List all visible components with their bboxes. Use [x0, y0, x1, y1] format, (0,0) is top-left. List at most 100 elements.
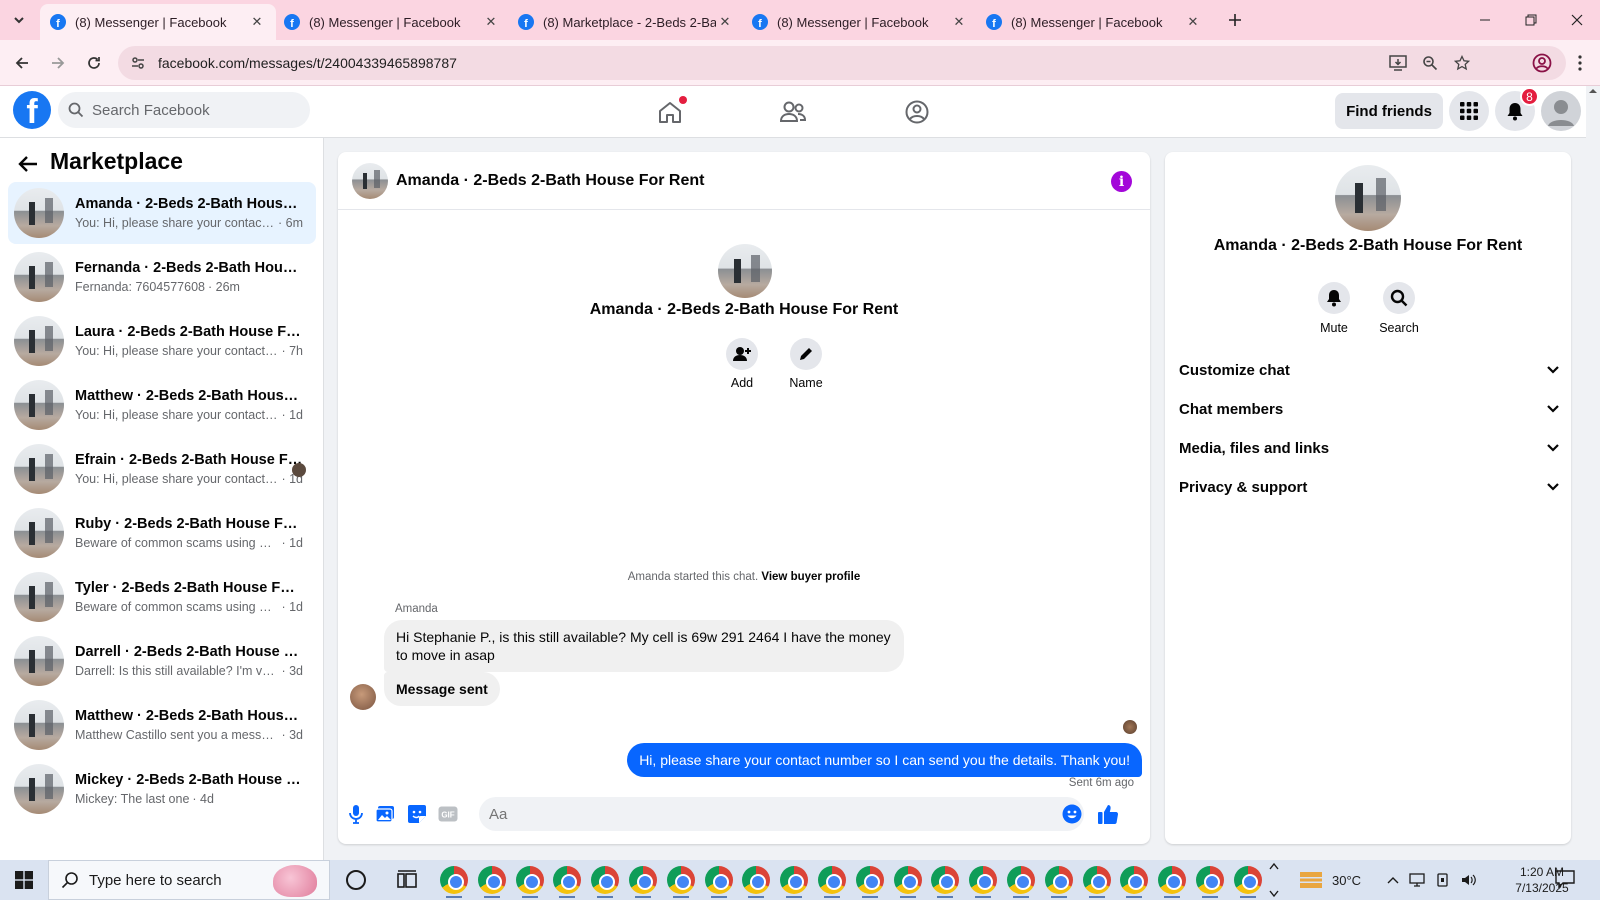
conversation-item[interactable]: Darrell · 2-Beds 2-Bath House For ... Dar…	[8, 630, 316, 692]
chrome-app-icon[interactable]	[780, 866, 809, 898]
taskbar-overflow-arrows[interactable]	[1268, 862, 1280, 898]
chrome-app-icon[interactable]	[818, 866, 846, 898]
edit-name-button[interactable]: Name	[776, 338, 836, 390]
chrome-app-icon[interactable]	[1233, 866, 1262, 898]
chrome-app-icon[interactable]	[553, 866, 582, 898]
mute-button[interactable]: Mute	[1304, 282, 1364, 335]
chrome-app-icon[interactable]	[1044, 866, 1073, 898]
back-button[interactable]	[8, 49, 36, 77]
chrome-app-icon[interactable]	[1158, 866, 1187, 898]
reload-button[interactable]	[80, 49, 108, 77]
address-bar[interactable]: facebook.com/messages/t/2400433946589878…	[118, 46, 1566, 80]
cortana-icon[interactable]	[346, 870, 366, 890]
notification-center-button[interactable]	[1555, 870, 1575, 888]
restore-button[interactable]	[1508, 4, 1554, 36]
chrome-app-icon[interactable]	[629, 866, 657, 898]
close-icon[interactable]: ✕	[482, 13, 500, 31]
browser-tab[interactable]: f (8) Marketplace - 2-Beds 2-Bath ✕	[508, 4, 744, 40]
close-icon[interactable]: ✕	[1184, 13, 1202, 31]
conversation-item[interactable]: Laura · 2-Beds 2-Bath House For R... You:…	[8, 310, 316, 372]
forward-button[interactable]	[44, 49, 72, 77]
chrome-app-icon[interactable]	[931, 866, 960, 898]
voice-clip-button[interactable]	[344, 802, 368, 826]
friends-nav-button[interactable]	[773, 96, 813, 128]
chrome-app-icon[interactable]	[1007, 866, 1035, 898]
install-app-icon[interactable]	[1388, 53, 1408, 73]
sticker-button[interactable]	[405, 802, 429, 826]
home-nav-button[interactable]	[650, 96, 690, 128]
browser-tab[interactable]: f (8) Messenger | Facebook ✕	[976, 4, 1212, 40]
notifications-button[interactable]: 8	[1495, 87, 1539, 131]
browser-tab[interactable]: f (8) Messenger | Facebook ✕	[742, 4, 978, 40]
facebook-search-input[interactable]: Search Facebook	[58, 92, 310, 128]
battery-icon[interactable]	[1435, 873, 1451, 887]
message-input[interactable]	[479, 797, 1084, 831]
browser-tab[interactable]: f (8) Messenger | Facebook ✕	[40, 4, 276, 40]
page-scrollbar[interactable]	[1586, 86, 1600, 860]
account-avatar[interactable]	[1541, 91, 1581, 131]
chevron-up-icon[interactable]	[1387, 876, 1399, 884]
chrome-app-icon[interactable]	[666, 866, 695, 898]
browser-menu-button[interactable]	[1566, 49, 1594, 77]
privacy-support-section[interactable]: Privacy & support	[1179, 469, 1559, 505]
chrome-app-icon[interactable]	[1082, 866, 1111, 898]
chrome-app-icon[interactable]	[515, 866, 544, 898]
attach-photo-button[interactable]	[373, 802, 397, 826]
bookmark-star-icon[interactable]	[1452, 53, 1472, 73]
volume-icon[interactable]	[1461, 873, 1477, 887]
profile-button[interactable]	[1528, 49, 1556, 77]
view-buyer-profile-link[interactable]: View buyer profile	[761, 571, 860, 583]
gaming-nav-button[interactable]	[897, 96, 937, 128]
chrome-app-icon[interactable]	[742, 866, 771, 898]
chrome-app-icon[interactable]	[855, 866, 884, 898]
menu-button[interactable]	[1449, 91, 1489, 131]
task-view-button[interactable]	[396, 869, 418, 891]
chrome-app-icon[interactable]	[591, 866, 620, 898]
close-icon[interactable]: ✕	[248, 13, 266, 31]
gif-button[interactable]: GIF	[436, 802, 460, 826]
conversation-item[interactable]: Ruby · 2-Beds 2-Bath House For R... Bewar…	[8, 502, 316, 564]
chrome-app-icon[interactable]	[477, 866, 506, 898]
search-in-chat-button[interactable]: Search	[1369, 282, 1429, 335]
tab-search-button[interactable]	[6, 8, 32, 32]
chrome-app-icon[interactable]	[969, 866, 998, 898]
facebook-logo-icon[interactable]: f	[13, 91, 51, 129]
chrome-app-icon[interactable]	[1120, 866, 1149, 898]
like-button[interactable]	[1096, 802, 1120, 826]
minimize-button[interactable]	[1462, 4, 1508, 36]
media-files-links-section[interactable]: Media, files and links	[1179, 430, 1559, 466]
chat-members-section[interactable]: Chat members	[1179, 391, 1559, 427]
scroll-up-icon[interactable]	[1586, 86, 1600, 96]
close-icon[interactable]: ✕	[716, 13, 734, 31]
info-icon[interactable]: i	[1111, 171, 1132, 192]
conversation-item[interactable]: Matthew · 2-Beds 2-Bath House F... Matthe…	[8, 694, 316, 756]
weather-icon[interactable]	[1300, 872, 1322, 888]
customize-chat-section[interactable]: Customize chat	[1179, 352, 1559, 388]
close-window-button[interactable]	[1554, 4, 1600, 36]
chrome-app-icon[interactable]	[704, 866, 733, 898]
chat-title[interactable]: Amanda · 2-Beds 2-Bath House For Rent	[396, 172, 704, 190]
chrome-app-icon[interactable]	[440, 866, 468, 898]
emoji-button[interactable]	[1060, 802, 1084, 826]
network-icon[interactable]	[1409, 873, 1425, 887]
conversation-item[interactable]: Matthew · 2-Beds 2-Bath House F... You: H…	[8, 374, 316, 436]
outgoing-message[interactable]: Hi, please share your contact number so …	[627, 743, 1142, 777]
browser-tab[interactable]: f (8) Messenger | Facebook ✕	[274, 4, 510, 40]
sender-avatar[interactable]	[350, 684, 376, 710]
incoming-message[interactable]: Hi Stephanie P., is this still available…	[384, 620, 904, 672]
incoming-message[interactable]: Message sent	[384, 672, 500, 706]
conversation-item[interactable]: Mickey · 2-Beds 2-Bath House For ... Mick…	[8, 758, 316, 820]
url-text[interactable]: facebook.com/messages/t/2400433946589878…	[158, 55, 457, 71]
conversation-item[interactable]: Efrain · 2-Beds 2-Bath House Fo... You: H…	[8, 438, 316, 500]
find-friends-button[interactable]: Find friends	[1335, 93, 1443, 129]
close-icon[interactable]: ✕	[950, 13, 968, 31]
conversation-item[interactable]: Tyler · 2-Beds 2-Bath House For Re... Bew…	[8, 566, 316, 628]
zoom-icon[interactable]	[1420, 53, 1440, 73]
conversation-item[interactable]: Fernanda · 2-Beds 2-Bath House F... Ferna…	[8, 246, 316, 308]
new-tab-button[interactable]	[1220, 4, 1250, 36]
chrome-app-icon[interactable]	[893, 866, 922, 898]
taskbar-search-box[interactable]: Type here to search	[48, 860, 330, 900]
temperature[interactable]: 30°C	[1332, 873, 1361, 888]
conversation-item[interactable]: Amanda · 2-Beds 2-Bath House Fo... You: H…	[8, 182, 316, 244]
start-button[interactable]	[0, 860, 48, 900]
